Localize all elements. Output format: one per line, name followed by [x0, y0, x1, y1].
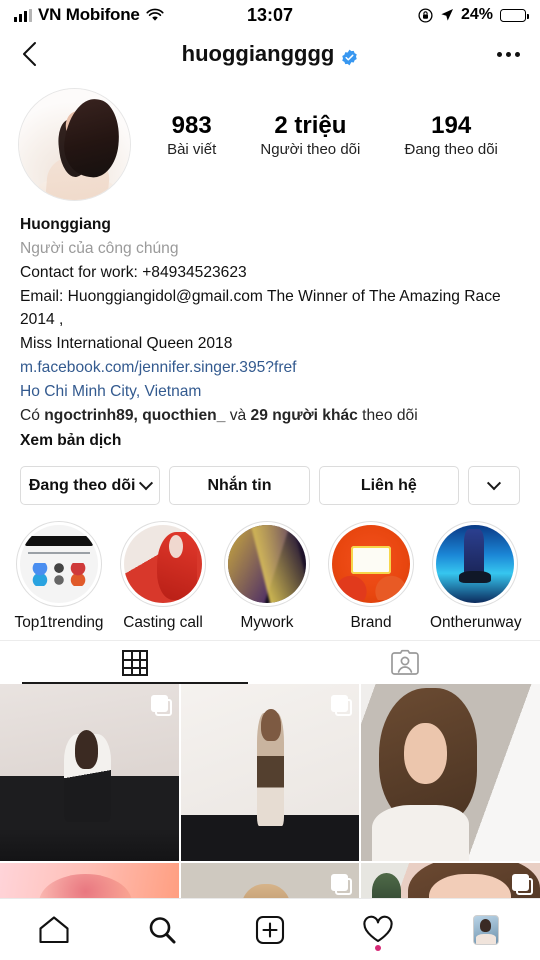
highlight-cover — [436, 525, 514, 604]
stat-following-value: 194 — [431, 112, 472, 139]
more-options-icon[interactable] — [497, 51, 520, 57]
highlight-brand[interactable]: Brand — [326, 521, 416, 632]
mutual-suffix: theo dõi — [357, 406, 418, 424]
tab-tagged[interactable] — [270, 641, 540, 684]
highlight-label: Brand — [350, 614, 392, 632]
profile-stats: 983 Bài viết 2 triệu Người theo dõi 194 … — [131, 88, 522, 158]
highlight-ring — [224, 521, 310, 608]
stat-followers[interactable]: 2 triệu Người theo dõi — [260, 112, 360, 158]
profile-title: huoggiangggg — [0, 41, 540, 67]
highlight-label: Mywork — [240, 614, 294, 632]
highlight-cover — [228, 525, 306, 604]
stat-posts-value: 983 — [171, 112, 212, 139]
bio-email-line: Email: Huonggiangidol@gmail.com The Winn… — [20, 287, 501, 329]
highlight-label: Ontherunway — [430, 614, 522, 632]
battery-percent-label: 24% — [460, 6, 493, 23]
see-translation-link[interactable]: Xem bản dịch — [20, 429, 520, 453]
nav-search[interactable] — [132, 907, 192, 953]
status-bar: VN Mobifone 13:07 24% — [0, 0, 540, 30]
profile-action-buttons: Đang theo dõi Nhắn tin Liên hệ — [0, 452, 540, 506]
following-button-label: Đang theo dõi — [28, 476, 136, 494]
profile-avatar-icon — [473, 914, 499, 945]
highlight-ontherunway[interactable]: Ontherunway — [430, 521, 522, 632]
stat-followers-label: Người theo dõi — [260, 140, 361, 158]
nav-profile[interactable] — [456, 907, 516, 953]
highlight-label: Top1trending — [14, 614, 104, 632]
bio-website-link[interactable]: m.facebook.com/jennifer.singer.395?fref — [20, 356, 520, 380]
bottom-navigation — [0, 898, 540, 960]
home-icon — [38, 915, 70, 945]
nav-home[interactable] — [24, 907, 84, 953]
story-highlights: Top1trending Casting call Mywork Brand O… — [0, 505, 540, 640]
nav-add-post[interactable] — [240, 907, 300, 953]
highlight-ring — [328, 521, 414, 608]
tab-grid[interactable] — [0, 641, 270, 685]
rotation-lock-icon — [418, 7, 433, 23]
mutual-user-2[interactable]: quocthien_ — [142, 407, 225, 424]
stat-following-label: Đang theo dõi — [404, 140, 498, 158]
mutual-user-1[interactable]: ngoctrinh89 — [44, 407, 133, 424]
message-button[interactable]: Nhắn tin — [169, 466, 310, 506]
bio-category: Người của công chúng — [20, 239, 179, 257]
stat-posts[interactable]: 983 Bài viết — [167, 112, 216, 158]
post-tile[interactable] — [180, 684, 360, 862]
multi-post-icon — [331, 695, 353, 717]
highlight-label: Casting call — [123, 614, 203, 632]
highlight-cover — [124, 525, 202, 604]
nav-activity[interactable] — [348, 907, 408, 953]
bio-display-name: Huonggiang — [20, 216, 111, 233]
post-tile[interactable] — [361, 684, 540, 862]
bio-title-line: Miss International Queen 2018 — [20, 335, 233, 353]
chevron-down-icon — [486, 476, 502, 491]
highlight-cover — [332, 525, 410, 604]
stat-following[interactable]: 194 Đang theo dõi — [404, 112, 497, 158]
profile-navbar: huoggiangggg — [0, 30, 540, 78]
profile-header: 983 Bài viết 2 triệu Người theo dõi 194 … — [0, 78, 540, 207]
multi-post-icon — [150, 695, 172, 717]
highlight-ring — [432, 521, 518, 608]
mutual-followers-line[interactable]: Có ngoctrinh89, quocthien_ và 29 người k… — [20, 404, 520, 428]
stat-posts-label: Bài viết — [167, 140, 217, 158]
heart-icon — [362, 915, 394, 944]
activity-badge — [375, 944, 381, 951]
more-actions-button[interactable] — [467, 466, 520, 506]
highlight-top1trending[interactable]: Top1trending — [14, 521, 104, 632]
mutual-others[interactable]: 29 người khác — [251, 407, 358, 424]
message-button-label: Nhắn tin — [207, 476, 272, 494]
bio-contact-line: Contact for work: +84934523623 — [20, 263, 247, 281]
highlight-cover — [20, 525, 98, 604]
bio-location[interactable]: Ho Chi Minh City, Vietnam — [20, 380, 520, 404]
multi-post-icon — [331, 874, 353, 896]
multi-post-icon — [512, 874, 533, 896]
tagged-person-icon — [390, 649, 420, 677]
contact-button-label: Liên hệ — [360, 476, 417, 494]
contact-button[interactable]: Liên hệ — [318, 466, 459, 506]
chevron-down-icon — [139, 476, 154, 491]
stat-followers-value: 2 triệu — [274, 112, 347, 139]
location-arrow-icon — [440, 8, 454, 22]
mutual-mid: và — [225, 406, 251, 424]
grid-icon — [122, 649, 148, 676]
avatar[interactable] — [18, 88, 131, 201]
highlight-ring — [16, 521, 102, 608]
mutual-prefix: Có — [20, 406, 45, 424]
search-icon — [147, 915, 177, 945]
following-button[interactable]: Đang theo dõi — [20, 466, 161, 506]
highlight-ring — [120, 521, 206, 608]
mutual-separator: , — [133, 406, 143, 424]
back-chevron-icon[interactable] — [20, 40, 40, 68]
profile-bio: Huonggiang Người của công chúng Contact … — [0, 207, 540, 452]
posts-grid — [0, 684, 540, 924]
highlight-casting-call[interactable]: Casting call — [118, 521, 208, 632]
profile-tabs — [0, 640, 540, 685]
profile-username: huoggiangggg — [181, 41, 335, 66]
status-bar-right: 24% — [418, 6, 529, 24]
plus-square-icon — [255, 915, 285, 945]
verified-badge-icon — [341, 46, 358, 65]
highlight-mywork[interactable]: Mywork — [222, 521, 312, 632]
battery-icon — [500, 8, 529, 22]
post-tile[interactable] — [0, 684, 179, 862]
